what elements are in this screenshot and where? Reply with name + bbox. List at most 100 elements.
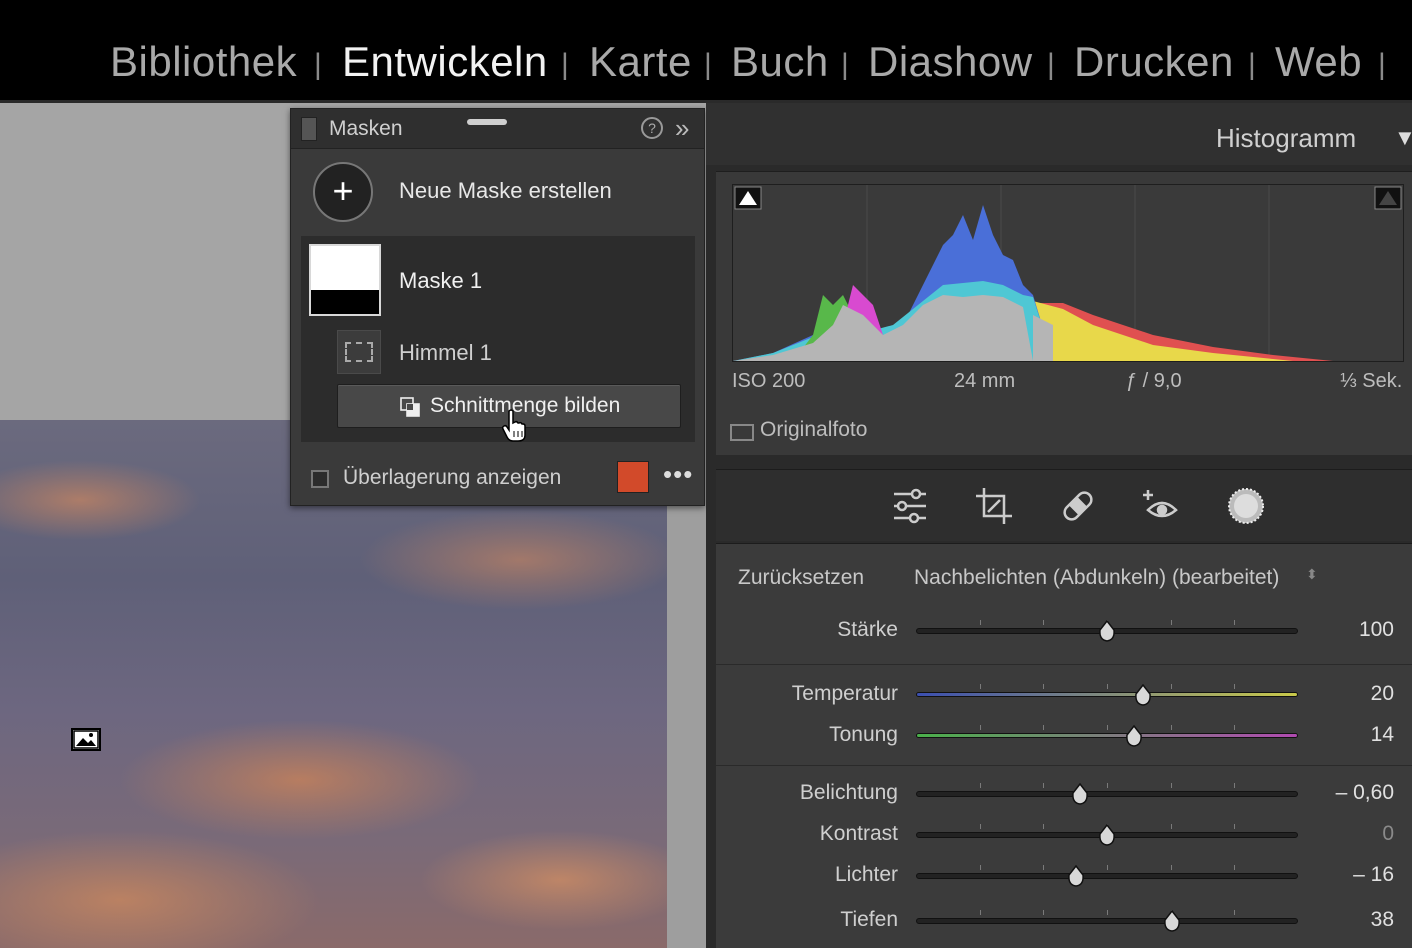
- slider-tick: [1043, 620, 1045, 625]
- masks-panel: Masken ? » + Neue Maske erstellen Maske …: [290, 108, 705, 506]
- slider-value[interactable]: 38: [1371, 908, 1394, 932]
- slider-value[interactable]: 100: [1359, 618, 1394, 642]
- module-buch[interactable]: Buch: [731, 38, 829, 86]
- panel-grip-icon[interactable]: [301, 117, 317, 141]
- slider-label: Kontrast: [819, 822, 898, 845]
- slider-tick: [1234, 620, 1236, 625]
- module-karte[interactable]: Karte: [589, 38, 692, 86]
- slider-thumb[interactable]: [1134, 684, 1152, 706]
- mask-icon[interactable]: [1226, 486, 1266, 526]
- module-separator: |: [704, 48, 712, 81]
- slider-tick: [1234, 824, 1236, 829]
- slider-tick: [1234, 910, 1236, 915]
- lightroom-window: Bibliothek | Entwickeln | Karte | Buch |…: [0, 0, 1412, 948]
- slider-track[interactable]: [916, 692, 1298, 697]
- overlay-label[interactable]: Überlagerung anzeigen: [343, 466, 561, 490]
- mask-pin-icon[interactable]: [71, 728, 101, 751]
- slider-thumb[interactable]: [1067, 865, 1085, 887]
- slider-tick: [1234, 783, 1236, 788]
- slider-value[interactable]: 20: [1371, 682, 1394, 706]
- slider-ticks: [916, 783, 1298, 789]
- slider-tick: [1107, 684, 1108, 689]
- mask-name[interactable]: Maske 1: [399, 268, 482, 294]
- slider-ticks: [916, 725, 1298, 731]
- mask-adjustments-panel: Zurücksetzen Nachbelichten (Abdunkeln) (…: [716, 543, 1412, 948]
- histogram-panel: ISO 200 24 mm ƒ / 9,0 ⅓ Sek. Originalfot…: [716, 171, 1412, 455]
- slider-value[interactable]: 14: [1371, 723, 1394, 747]
- slider-row: Temperatur 20: [716, 680, 1412, 712]
- slider-tick: [1107, 865, 1108, 870]
- module-entwickeln[interactable]: Entwickeln: [342, 38, 548, 86]
- slider-track[interactable]: [916, 918, 1298, 924]
- histogram-plot[interactable]: [732, 184, 1404, 362]
- slider-thumb[interactable]: [1071, 783, 1089, 805]
- redeye-icon[interactable]: [1142, 486, 1182, 526]
- slider-track[interactable]: [916, 791, 1298, 797]
- help-icon[interactable]: ?: [641, 117, 663, 139]
- slider-value[interactable]: – 0,60: [1336, 781, 1394, 805]
- module-web[interactable]: Web: [1275, 38, 1362, 86]
- drag-handle-icon[interactable]: [467, 119, 507, 125]
- sky-component-icon[interactable]: [337, 330, 381, 374]
- slider-thumb[interactable]: [1098, 620, 1116, 642]
- module-separator: |: [1248, 48, 1256, 81]
- new-mask-button[interactable]: +: [313, 162, 373, 222]
- heal-icon[interactable]: [1058, 486, 1098, 526]
- sliders-icon[interactable]: [890, 486, 930, 526]
- dropdown-arrows-icon[interactable]: ⬍: [1306, 566, 1318, 583]
- slider-tick: [979, 910, 981, 915]
- slider-thumb[interactable]: [1125, 725, 1143, 747]
- slider-tick: [979, 684, 981, 689]
- more-options-icon[interactable]: •••: [663, 459, 693, 490]
- new-mask-label[interactable]: Neue Maske erstellen: [399, 178, 612, 204]
- exif-focal-length: 24 mm: [954, 370, 1016, 392]
- crop-icon[interactable]: [974, 486, 1014, 526]
- module-drucken[interactable]: Drucken: [1074, 38, 1234, 86]
- slider-tick: [1107, 725, 1108, 730]
- slider-tick: [979, 620, 981, 625]
- original-photo-checkbox[interactable]: [730, 424, 754, 441]
- overlay-checkbox[interactable]: [311, 470, 329, 488]
- panel-toggle-icon[interactable]: ▼: [1394, 125, 1412, 151]
- slider-tick: [1170, 865, 1172, 870]
- slider-tick: [1170, 620, 1172, 625]
- histogram-title: Histogramm: [1216, 123, 1357, 153]
- original-photo-label[interactable]: Originalfoto: [760, 418, 867, 442]
- slider-row: Tiefen 38: [716, 906, 1412, 938]
- slider-row: Belichtung – 0,60: [716, 779, 1412, 811]
- module-bibliothek[interactable]: Bibliothek: [110, 38, 297, 86]
- module-diashow[interactable]: Diashow: [868, 38, 1033, 86]
- slider-tick: [979, 824, 981, 829]
- slider-tick: [1234, 725, 1236, 730]
- mask-thumbnail[interactable]: [309, 244, 381, 316]
- slider-thumb[interactable]: [1163, 910, 1181, 932]
- slider-tick: [1043, 684, 1045, 689]
- slider-track[interactable]: [916, 873, 1298, 879]
- slider-thumb[interactable]: [1098, 824, 1116, 846]
- slider-tick: [1107, 783, 1108, 788]
- slider-tick: [1107, 910, 1108, 915]
- module-separator: |: [561, 48, 569, 81]
- slider-label: Stärke: [837, 618, 898, 641]
- module-separator: |: [314, 48, 322, 81]
- slider-row: Stärke 100: [716, 616, 1412, 648]
- component-name[interactable]: Himmel 1: [399, 340, 492, 366]
- slider-label: Tiefen: [840, 908, 898, 931]
- histogram-header[interactable]: Histogramm ▼: [706, 103, 1412, 165]
- overlay-color-swatch[interactable]: [617, 461, 649, 493]
- slider-value[interactable]: 0: [1382, 822, 1394, 846]
- slider-value[interactable]: – 16: [1353, 863, 1394, 887]
- section-divider: [716, 765, 1412, 766]
- collapse-icon[interactable]: »: [675, 113, 689, 144]
- histogram-graph: [733, 185, 1402, 361]
- module-picker: Bibliothek | Entwickeln | Karte | Buch |…: [0, 0, 1412, 103]
- masks-panel-header[interactable]: Masken ? »: [291, 109, 704, 149]
- preset-dropdown[interactable]: Nachbelichten (Abdunkeln) (bearbeitet): [914, 566, 1279, 590]
- slider-ticks: [916, 910, 1298, 916]
- slider-track[interactable]: [916, 733, 1298, 738]
- right-panel: Histogramm ▼ ISO 200 24 mm ƒ / 9,0 ⅓ Sek…: [706, 103, 1412, 948]
- slider-label: Lichter: [834, 863, 898, 886]
- module-separator: |: [841, 48, 849, 81]
- reset-button[interactable]: Zurücksetzen: [738, 566, 864, 590]
- slider-ticks: [916, 684, 1298, 690]
